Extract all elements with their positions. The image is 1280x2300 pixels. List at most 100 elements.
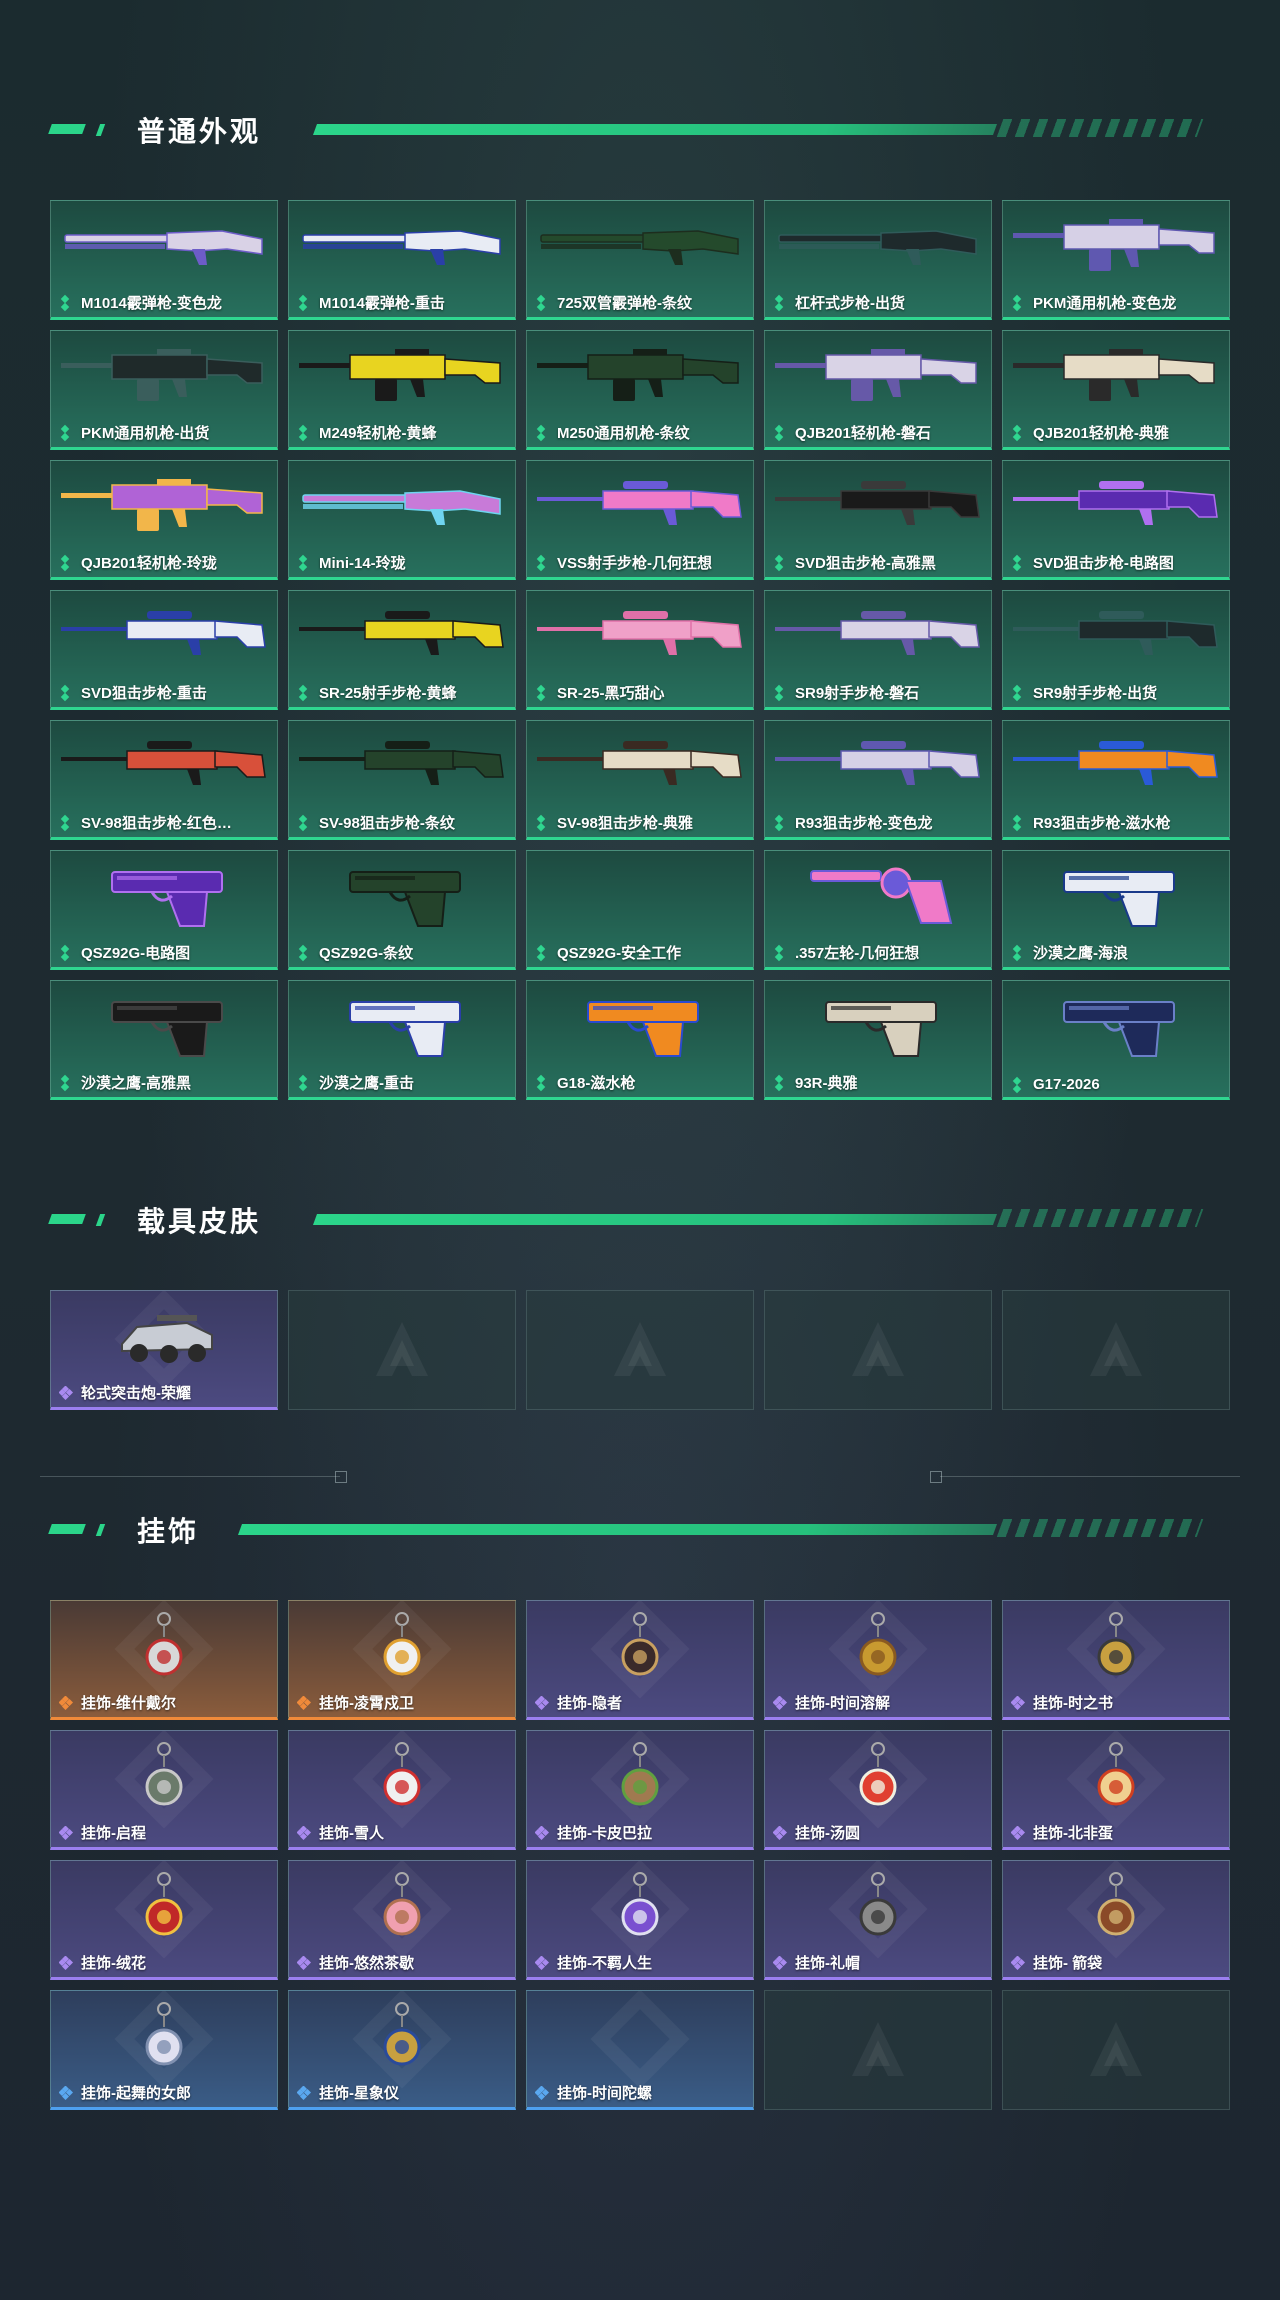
header-dash-decoration: [48, 1214, 86, 1224]
weapon-skin-card[interactable]: R93狙击步枪-变色龙: [764, 720, 992, 840]
pendant-card[interactable]: 挂饰-礼帽: [764, 1860, 992, 1980]
header-dash-decoration: [48, 124, 86, 134]
weapon-image: [295, 209, 509, 279]
rarity-diamond-icon: [1011, 556, 1025, 570]
weapon-skin-card[interactable]: 沙漠之鹰-高雅黑: [50, 980, 278, 1100]
weapon-skin-card[interactable]: SVD狙击步枪-高雅黑: [764, 460, 992, 580]
pendant-card[interactable]: 挂饰-悠然茶歇: [288, 1860, 516, 1980]
weapon-skin-card[interactable]: SR-25射手步枪-黄蜂: [288, 590, 516, 710]
weapon-image: [1009, 729, 1223, 799]
item-label: SR-25射手步枪-黄蜂: [297, 682, 457, 703]
weapon-skin-card[interactable]: PKM通用机枪-变色龙: [1002, 200, 1230, 320]
pendant-card[interactable]: 挂饰-卡皮巴拉: [526, 1730, 754, 1850]
skin-grid: M1014霰弹枪-变色龙 M1014霰弹枪-重击 725双管霰弹枪-条纹 杠杆式…: [50, 200, 1230, 1100]
pendant-card[interactable]: 挂饰-星象仪: [288, 1990, 516, 2110]
item-label: Mini-14-玲珑: [297, 552, 406, 573]
weapon-skin-card[interactable]: 沙漠之鹰-海浪: [1002, 850, 1230, 970]
weapon-skin-card[interactable]: 沙漠之鹰-重击: [288, 980, 516, 1100]
pendant-card[interactable]: 挂饰-起舞的女郎: [50, 1990, 278, 2110]
item-label: M249轻机枪-黄蜂: [297, 422, 437, 443]
weapon-image: [295, 859, 509, 929]
placeholder-logo-icon: [368, 1316, 436, 1384]
pendant-card[interactable]: 挂饰-不羁人生: [526, 1860, 754, 1980]
pendant-image: [139, 1871, 189, 1951]
item-label: QSZ92G-条纹: [297, 942, 413, 963]
weapon-skin-card[interactable]: QJB201轻机枪-磐石: [764, 330, 992, 450]
weapon-skin-card[interactable]: Mini-14-玲珑: [288, 460, 516, 580]
weapon-skin-card[interactable]: 杠杆式步枪-出货: [764, 200, 992, 320]
item-name: M1014霰弹枪-变色龙: [81, 295, 222, 312]
weapon-skin-card[interactable]: 93R-典雅: [764, 980, 992, 1100]
weapon-image: [57, 859, 271, 929]
weapon-image: [771, 209, 985, 279]
weapon-skin-card[interactable]: SVD狙击步枪-电路图: [1002, 460, 1230, 580]
weapon-skin-card[interactable]: SVD狙击步枪-重击: [50, 590, 278, 710]
rarity-diamond-icon: [58, 1694, 74, 1710]
weapon-skin-card[interactable]: PKM通用机枪-出货: [50, 330, 278, 450]
pendant-card[interactable]: 挂饰-时间溶解: [764, 1600, 992, 1720]
pendant-card[interactable]: 挂饰-时之书: [1002, 1600, 1230, 1720]
rarity-diamond-icon: [772, 1824, 788, 1840]
weapon-image: [57, 599, 271, 669]
weapon-skin-card[interactable]: SV-98狙击步枪-典雅: [526, 720, 754, 840]
vehicle-skin-card[interactable]: 轮式突击炮-荣耀: [50, 1290, 278, 1410]
weapon-skin-card[interactable]: SV-98狙击步枪-条纹: [288, 720, 516, 840]
weapon-skin-card[interactable]: QJB201轻机枪-玲珑: [50, 460, 278, 580]
weapon-image: [533, 729, 747, 799]
pendant-card[interactable]: 挂饰-维什戴尔: [50, 1600, 278, 1720]
weapon-skin-card[interactable]: M1014霰弹枪-变色龙: [50, 200, 278, 320]
weapon-skin-card[interactable]: SR-25-黑巧甜心: [526, 590, 754, 710]
weapon-skin-card[interactable]: SR9射手步枪-磐石: [764, 590, 992, 710]
pendant-card[interactable]: 挂饰-绒花: [50, 1860, 278, 1980]
weapon-skin-card[interactable]: .357左轮-几何狂想: [764, 850, 992, 970]
weapon-skin-card[interactable]: R93狙击步枪-滋水枪: [1002, 720, 1230, 840]
item-label: SR9射手步枪-磐石: [773, 682, 919, 703]
item-label: 93R-典雅: [773, 1072, 858, 1093]
pendant-card[interactable]: 挂饰-北非蛋: [1002, 1730, 1230, 1850]
weapon-skin-card[interactable]: G17-2026: [1002, 980, 1230, 1100]
rarity-diamond-icon: [297, 1076, 311, 1090]
item-label: SR-25-黑巧甜心: [535, 682, 665, 703]
item-name: VSS射手步枪-几何狂想: [557, 555, 713, 572]
rarity-diamond-icon: [59, 556, 73, 570]
weapon-skin-card[interactable]: SV-98狙击步枪-红色…: [50, 720, 278, 840]
item-label: 挂饰-雪人: [296, 1822, 384, 1843]
pendant-card[interactable]: 挂饰- 箭袋: [1002, 1860, 1230, 1980]
weapon-skin-card[interactable]: VSS射手步枪-几何狂想: [526, 460, 754, 580]
pendant-card[interactable]: 挂饰-启程: [50, 1730, 278, 1850]
rarity-diamond-icon: [1011, 816, 1025, 830]
pendant-image: [377, 2001, 427, 2081]
weapon-skin-card[interactable]: QJB201轻机枪-典雅: [1002, 330, 1230, 450]
weapon-skin-card[interactable]: M1014霰弹枪-重击: [288, 200, 516, 320]
weapon-skin-card[interactable]: QSZ92G-条纹: [288, 850, 516, 970]
weapon-skin-card[interactable]: SR9射手步枪-出货: [1002, 590, 1230, 710]
item-name: SV-98狙击步枪-典雅: [557, 815, 693, 832]
item-name: 挂饰-绒花: [81, 1955, 146, 1972]
rarity-diamond-icon: [59, 1076, 73, 1090]
header-checker-decoration: [996, 119, 1204, 137]
weapon-skin-card[interactable]: M249轻机枪-黄蜂: [288, 330, 516, 450]
pendant-card[interactable]: 挂饰-时间陀螺: [526, 1990, 754, 2110]
item-name: 挂饰-维什戴尔: [81, 1695, 176, 1712]
pendant-image: [377, 1741, 427, 1821]
weapon-skin-card[interactable]: QSZ92G-电路图: [50, 850, 278, 970]
pendant-card[interactable]: 挂饰-汤圆: [764, 1730, 992, 1850]
pendant-image: [139, 1741, 189, 1821]
rarity-diamond-icon: [1010, 1694, 1026, 1710]
item-name: 挂饰-起舞的女郎: [81, 2085, 191, 2102]
empty-slot: [764, 1290, 992, 1410]
item-name: 挂饰-隐者: [557, 1695, 622, 1712]
weapon-skin-card[interactable]: G18-滋水枪: [526, 980, 754, 1100]
pendant-card[interactable]: 挂饰-凌霄戍卫: [288, 1600, 516, 1720]
rarity-diamond-icon: [58, 2084, 74, 2100]
rarity-diamond-icon: [297, 426, 311, 440]
pendant-card[interactable]: 挂饰-隐者: [526, 1600, 754, 1720]
item-name: 沙漠之鹰-海浪: [1033, 945, 1128, 962]
weapon-skin-card[interactable]: QSZ92G-安全工作: [526, 850, 754, 970]
weapon-skin-card[interactable]: 725双管霰弹枪-条纹: [526, 200, 754, 320]
pendant-card[interactable]: 挂饰-雪人: [288, 1730, 516, 1850]
weapon-skin-card[interactable]: M250通用机枪-条纹: [526, 330, 754, 450]
rarity-diamond-icon: [59, 816, 73, 830]
weapon-image: [771, 469, 985, 539]
weapon-image: [771, 599, 985, 669]
